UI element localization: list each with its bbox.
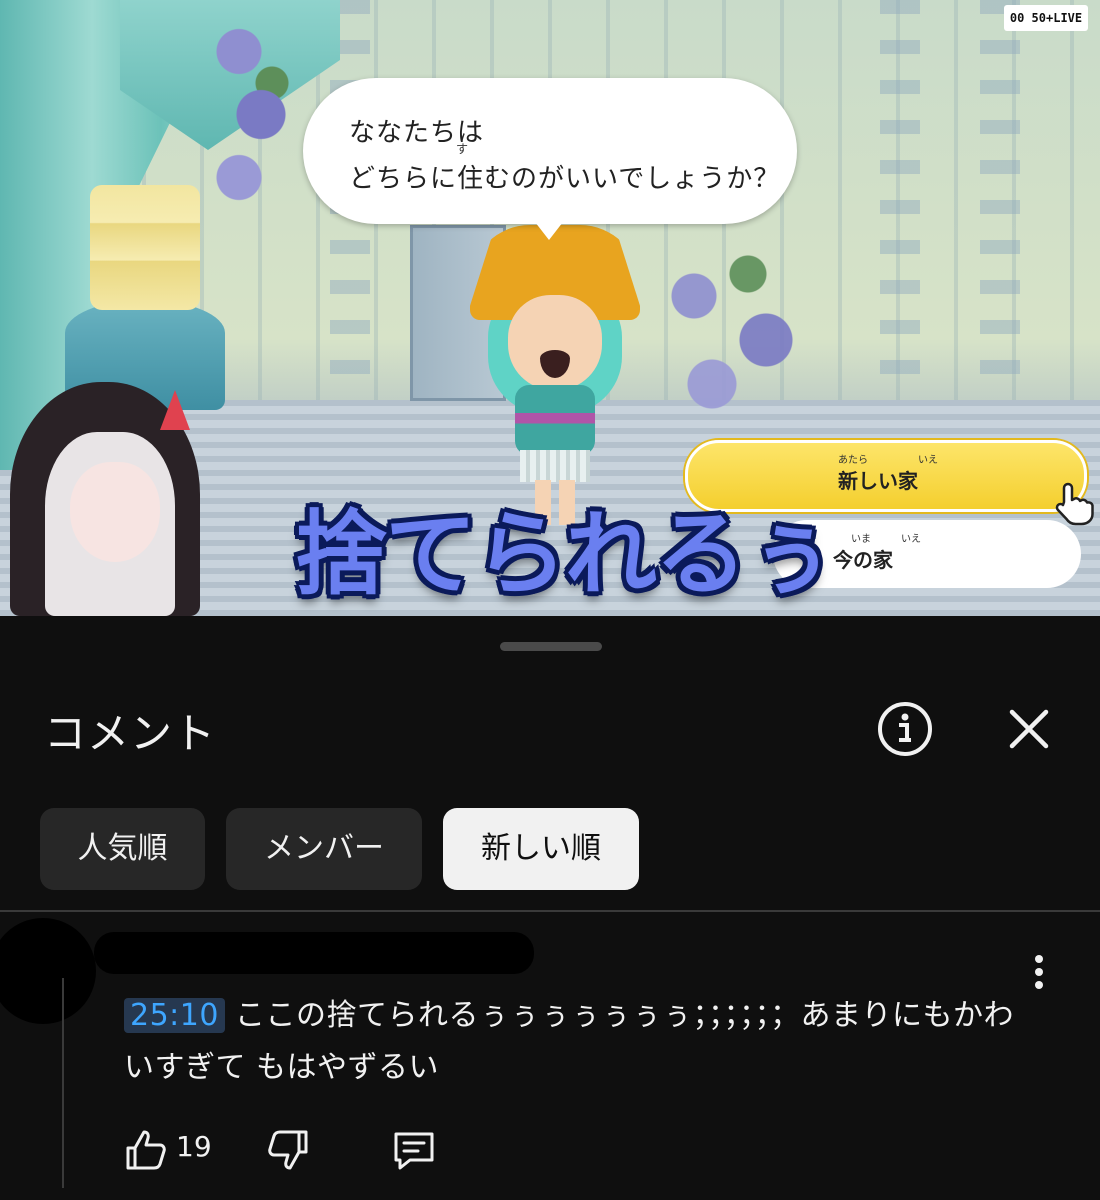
- hand-pointer-icon: [1050, 480, 1096, 526]
- choice-label: 今の家: [833, 548, 893, 572]
- comment-content: ここの捨てられるぅぅぅぅぅぅぅ；；；；；；あまりにもかわいすぎて もはやずるい: [124, 998, 1015, 1085]
- vtuber-avatar-overlay: [0, 372, 200, 616]
- drag-handle[interactable]: [500, 642, 602, 651]
- like-count: 19: [176, 1130, 212, 1163]
- chip-newest[interactable]: 新しい順: [443, 808, 639, 890]
- character-body: [515, 385, 595, 455]
- chip-popular[interactable]: 人気順: [40, 808, 205, 890]
- divider: [0, 910, 1100, 912]
- close-button[interactable]: [1002, 702, 1056, 756]
- choice-label: 新しい家: [838, 469, 918, 493]
- game-wedding-cake: [90, 185, 200, 310]
- choice-ruby: いえ: [901, 534, 921, 545]
- avatar[interactable]: [0, 918, 96, 1024]
- more-vert-icon: [1035, 955, 1043, 989]
- choice-ruby: あたら: [838, 455, 868, 466]
- thread-line: [62, 978, 64, 1188]
- more-button[interactable]: [1022, 952, 1056, 992]
- comment-text: 25:10 ここの捨てられるぅぅぅぅぅぅぅ；；；；；；あまりにもかわいすぎて も…: [124, 990, 1024, 1094]
- dislike-button[interactable]: [264, 1126, 312, 1174]
- wallpaper-stripe: [980, 0, 1020, 400]
- like-button[interactable]: [122, 1126, 170, 1174]
- game-flower-arch: [195, 20, 305, 230]
- choice-ruby: いま: [851, 534, 871, 545]
- thumb-down-icon: [268, 1130, 308, 1170]
- game-flower-stand: [640, 230, 820, 450]
- panel-title: コメント: [44, 709, 217, 758]
- comments-panel: コメント 人気順 メンバー 新しい順 25:10 ここの捨てられるぅぅぅぅぅぅぅ…: [0, 618, 1100, 1200]
- thumb-up-icon: [126, 1130, 166, 1170]
- speech-bubble: す ななたちは どちらに住むのがいいでしょうか？: [303, 78, 797, 240]
- chip-members[interactable]: メンバー: [226, 808, 422, 890]
- video-player[interactable]: す ななたちは どちらに住むのがいいでしょうか？ あたら いえ 新しい家 いま …: [0, 0, 1100, 616]
- speech-line-1: ななたちは: [349, 118, 485, 148]
- video-caption: 捨てられるぅ: [295, 500, 837, 608]
- timestamp-link[interactable]: 25:10: [124, 998, 225, 1033]
- reply-button[interactable]: [390, 1126, 438, 1174]
- choice-ruby: いえ: [918, 455, 938, 466]
- close-icon: [1009, 709, 1049, 749]
- info-icon: [878, 702, 932, 756]
- character-skirt: [520, 450, 590, 482]
- live-badge: 00 50+LIVE: [1004, 5, 1088, 31]
- comment-author-redacted: [94, 932, 534, 974]
- wallpaper-stripe: [880, 0, 920, 400]
- reply-icon: [394, 1132, 434, 1170]
- info-button[interactable]: [876, 700, 934, 758]
- speech-line-2: どちらに住むのがいいでしょうか？: [349, 164, 781, 194]
- vtuber-face: [70, 462, 160, 562]
